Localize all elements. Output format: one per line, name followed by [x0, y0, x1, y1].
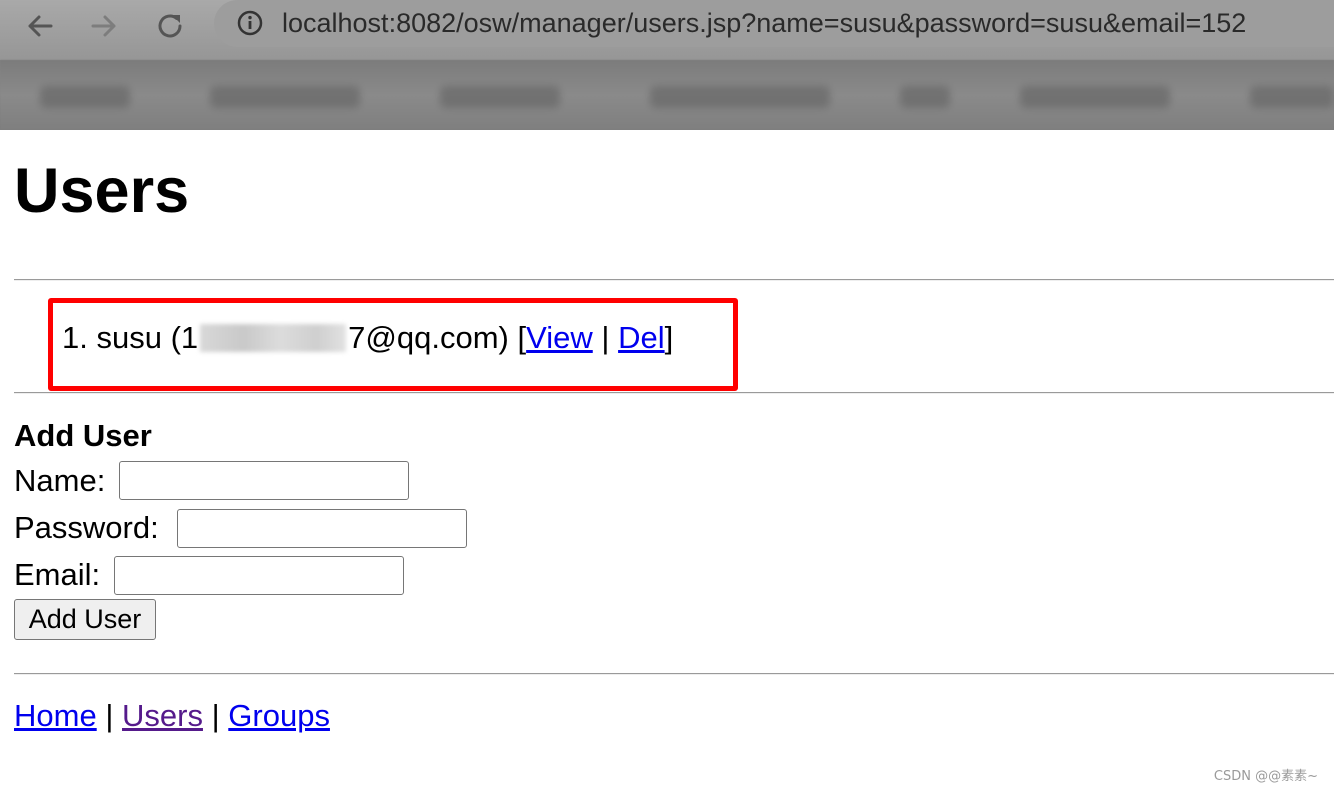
email-label: Email:: [14, 557, 101, 592]
bookmark-item[interactable]: [1250, 86, 1334, 108]
bookmark-item[interactable]: [440, 86, 560, 108]
password-input[interactable]: [177, 509, 467, 548]
groups-link[interactable]: Groups: [228, 698, 330, 733]
info-icon[interactable]: [236, 9, 264, 37]
address-bar[interactable]: localhost:8082/osw/manager/users.jsp?nam…: [214, 0, 1334, 47]
home-link[interactable]: Home: [14, 698, 97, 733]
browser-toolbar: localhost:8082/osw/manager/users.jsp?nam…: [0, 0, 1334, 60]
arrow-left-icon: [28, 15, 53, 37]
bookmarks-bar: [0, 60, 1334, 130]
add-user-heading: Add User: [14, 418, 152, 453]
separator: |: [211, 698, 220, 733]
bookmark-item[interactable]: [1020, 86, 1170, 108]
bookmark-item[interactable]: [900, 86, 950, 108]
bookmark-item[interactable]: [650, 86, 830, 108]
divider: [14, 392, 1334, 394]
users-link[interactable]: Users: [122, 698, 203, 733]
name-input[interactable]: [119, 461, 409, 500]
divider: [14, 279, 1334, 281]
name-label: Name:: [14, 463, 106, 498]
page-title: Users: [14, 156, 190, 226]
browser-chrome: localhost:8082/osw/manager/users.jsp?nam…: [0, 0, 1334, 130]
divider: [14, 673, 1334, 675]
password-label: Password:: [14, 510, 159, 545]
back-button[interactable]: [20, 6, 60, 46]
reload-button[interactable]: [150, 6, 190, 46]
email-input[interactable]: [114, 556, 404, 595]
bookmark-item[interactable]: [40, 86, 130, 108]
bookmark-item[interactable]: [210, 86, 360, 108]
watermark: CSDN @@素素~: [1213, 769, 1318, 784]
separator: |: [105, 698, 114, 733]
forward-button[interactable]: [84, 6, 124, 46]
add-user-button[interactable]: Add User: [14, 599, 156, 640]
arrow-right-icon: [91, 15, 116, 37]
page-content: Users 1. susu (1 7@qq.com) [View | Del] A…: [0, 130, 1334, 792]
reload-icon: [158, 14, 182, 38]
url-text[interactable]: localhost:8082/osw/manager/users.jsp?nam…: [282, 6, 1246, 40]
footer-nav: Home | Users | Groups: [14, 696, 330, 736]
highlight-annotation: [48, 298, 738, 391]
